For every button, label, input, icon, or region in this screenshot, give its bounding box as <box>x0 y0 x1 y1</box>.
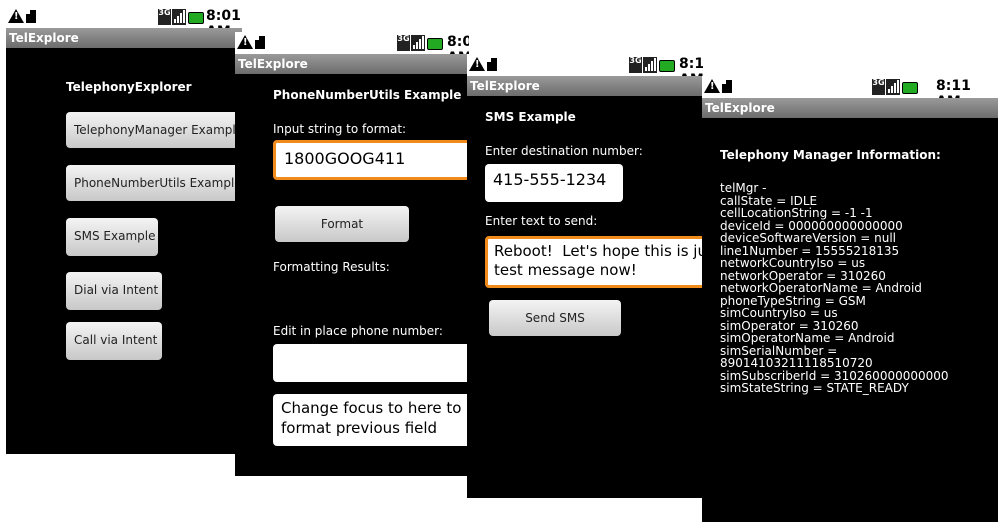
3g-icon: 3G <box>629 57 642 73</box>
title-bar: TelExplore <box>702 98 998 118</box>
format-button[interactable]: Format <box>275 206 409 242</box>
info-line: cellLocationString = -1 -1 <box>720 206 873 220</box>
warning-icon <box>704 79 720 93</box>
status-bar: 3G 8:10 AM <box>467 54 703 88</box>
title-bar: TelExplore <box>6 28 242 48</box>
3g-icon: 3G <box>872 79 885 95</box>
text-label: Enter text to send: <box>485 214 598 228</box>
results-label: Formatting Results: <box>273 260 390 274</box>
sms-example-button[interactable]: SMS Example <box>66 218 158 256</box>
signal-icons: 3G <box>872 79 918 95</box>
info-line: networkCountryIso = us <box>720 256 866 270</box>
telephony-info-list: telMgr - callState = IDLE cellLocationStri… <box>720 182 949 395</box>
focus-hint-field[interactable]: Change focus to here to format previous … <box>273 394 469 446</box>
sms-text-field[interactable]: Reboot! Let's hope this is ju test messa… <box>485 236 703 288</box>
dial-via-intent-button[interactable]: Dial via Intent <box>66 272 162 310</box>
warning-icon <box>8 9 24 23</box>
info-line: networkOperatorName = Android <box>720 281 922 295</box>
signal-icon <box>886 79 900 95</box>
send-sms-button[interactable]: Send SMS <box>489 300 621 336</box>
edit-label: Edit in place phone number: <box>273 324 443 338</box>
destination-label: Enter destination number: <box>485 144 643 158</box>
signal-icon <box>411 35 425 51</box>
screen-telephony-manager-info: 3G 8:11 AM TelExplore Telephony Manager … <box>702 76 998 522</box>
warning-icon <box>237 35 253 49</box>
phonenumberutils-example-button[interactable]: PhoneNumberUtils Example <box>66 165 242 201</box>
call-via-intent-button[interactable]: Call via Intent <box>66 322 162 360</box>
info-line: simStateString = STATE_READY <box>720 381 909 395</box>
signal-icon <box>643 57 657 73</box>
battery-icon <box>188 12 204 24</box>
signal-icons: 3G <box>158 9 204 25</box>
3g-icon: 3G <box>397 35 410 51</box>
title-bar: TelExplore <box>467 76 703 96</box>
info-line: telMgr - <box>720 181 767 195</box>
battery-icon <box>427 38 443 50</box>
info-line: deviceSoftwareVersion = null <box>720 231 897 245</box>
sdcard-icon <box>722 80 732 93</box>
signal-icons: 3G <box>629 57 675 73</box>
screen-phonenumberutils: 3G 8:06 AM TelExplore PhoneNumberUtils E… <box>235 32 469 476</box>
title-bar: TelExplore <box>235 54 469 74</box>
sdcard-icon <box>26 10 36 23</box>
status-bar: 3G 8:11 AM <box>702 76 998 110</box>
sdcard-icon <box>255 36 265 49</box>
format-input-field[interactable]: 1800GOOG411 <box>273 140 469 180</box>
telephonymanager-example-button[interactable]: TelephonyManager Example <box>66 112 242 148</box>
page-heading: PhoneNumberUtils Example <box>273 88 462 102</box>
battery-icon <box>659 60 675 72</box>
status-bar: 3G 8:01 AM <box>6 6 242 40</box>
screen-sms-example: 3G 8:10 AM TelExplore SMS Example Enter … <box>467 54 703 498</box>
input-label: Input string to format: <box>273 122 407 136</box>
screen-telephony-explorer: 3G 8:01 AM TelExplore TelephonyExplorer … <box>6 6 242 454</box>
battery-icon <box>902 82 918 94</box>
status-bar: 3G 8:06 AM <box>235 32 469 66</box>
edit-phone-field[interactable] <box>273 344 469 382</box>
page-heading: Telephony Manager Information: <box>720 148 941 162</box>
info-line: simCountryIso = us <box>720 306 838 320</box>
signal-icons: 3G <box>397 35 443 51</box>
info-line: 89014103211118510720 <box>720 356 873 370</box>
info-line: simOperatorName = Android <box>720 331 895 345</box>
destination-number-field[interactable]: 415-555-1234 <box>485 164 623 202</box>
warning-icon <box>469 57 485 71</box>
page-heading: TelephonyExplorer <box>66 80 192 94</box>
page-heading: SMS Example <box>485 110 576 124</box>
signal-icon <box>172 9 186 25</box>
sdcard-icon <box>487 58 497 71</box>
3g-icon: 3G <box>158 9 171 25</box>
